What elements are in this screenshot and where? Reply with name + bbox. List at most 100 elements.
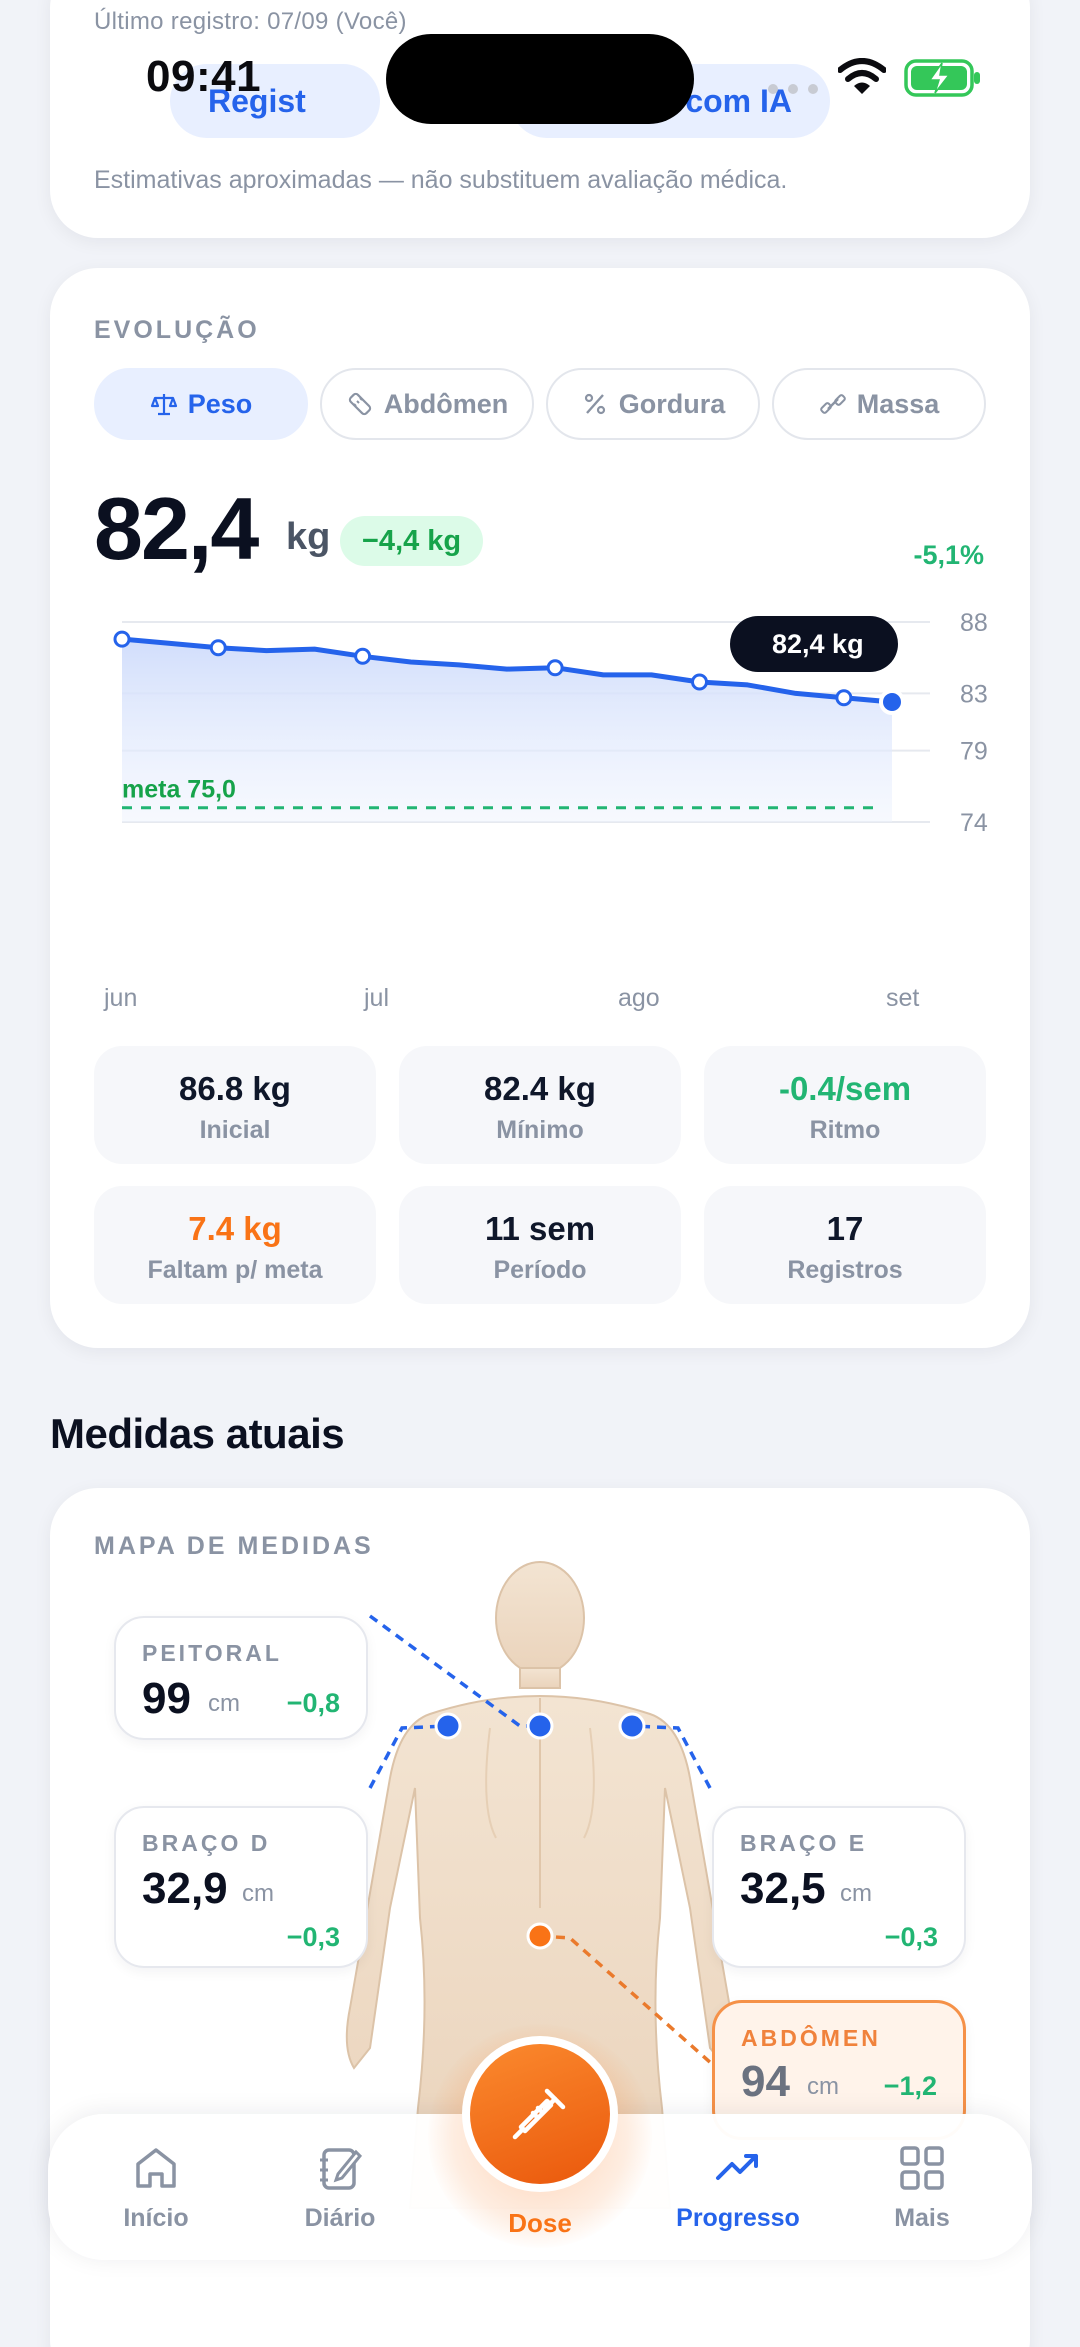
percent-icon xyxy=(584,393,605,415)
wifi-icon xyxy=(838,58,886,94)
measure-unit: cm xyxy=(208,1690,240,1717)
tab-gordura[interactable]: Gordura xyxy=(546,368,760,440)
measure-value: 32,5 xyxy=(740,1864,826,1913)
nav-item-inicio[interactable]: Início xyxy=(76,2142,236,2233)
dose-button[interactable] xyxy=(462,2036,618,2192)
stat-value: 82.4 kg xyxy=(484,1070,596,1107)
nav-label: Diário xyxy=(304,2204,376,2232)
tab-massa[interactable]: Massa xyxy=(772,368,986,440)
stat-value: 7.4 kg xyxy=(188,1210,282,1247)
measure-value: 94 xyxy=(741,2057,790,2106)
current-weight-unit: kg xyxy=(286,516,331,558)
stat-minimo: 82.4 kg Mínimo xyxy=(399,1046,681,1164)
stat-registros: 17 Registros xyxy=(704,1186,986,1304)
measure-delta: −1,2 xyxy=(883,2071,937,2101)
stat-periodo: 11 sem Período xyxy=(399,1186,681,1304)
nav-item-diario[interactable]: Diário xyxy=(260,2142,420,2233)
weight-delta-badge: −4,4 kg xyxy=(340,516,484,566)
dose-label: Dose xyxy=(508,2208,572,2238)
tab-peso-label: Peso xyxy=(187,388,253,419)
chest-marker[interactable] xyxy=(526,1712,554,1740)
stat-label: Ritmo xyxy=(809,1116,881,1144)
stat-label: Período xyxy=(493,1256,587,1284)
weight-chart: meta 75,0 88 83 79 74 82,4 kg xyxy=(113,609,988,837)
measure-label: BRAÇO E xyxy=(740,1830,868,1856)
dumbbell-icon xyxy=(819,394,846,414)
measure-card-right-arm[interactable]: BRAÇO D 32,9 cm −0,3 xyxy=(114,1806,368,1968)
y-tick-label: 79 xyxy=(960,738,988,766)
stat-value: -0.4/sem xyxy=(778,1070,912,1107)
measure-unit: cm xyxy=(807,2073,839,2100)
trending-up-icon xyxy=(716,2154,758,2180)
tab-gordura-label: Gordura xyxy=(618,388,726,419)
y-tick-label: 74 xyxy=(960,809,988,837)
more-dots-icon xyxy=(768,84,820,94)
nav-item-progresso[interactable]: Progresso xyxy=(658,2142,818,2233)
evolution-card: EVOLUÇÃO Peso Abdômen Gordura Massa 82,4… xyxy=(50,268,1030,1348)
data-point[interactable] xyxy=(209,639,227,657)
goal-label: meta 75,0 xyxy=(122,776,236,804)
syringe-icon xyxy=(512,2088,566,2140)
stat-faltam: 7.4 kg Faltam p/ meta xyxy=(94,1186,376,1304)
status-time: 09:41 xyxy=(146,52,262,101)
disclaimer-text: Estimativas aproximadas — não substituem… xyxy=(94,166,788,194)
abdomen-marker[interactable] xyxy=(526,1922,554,1950)
data-point[interactable] xyxy=(691,673,708,691)
tooltip-text: 82,4 kg xyxy=(772,629,864,659)
nav-label: Mais xyxy=(894,2204,950,2232)
measure-value: 32,9 xyxy=(142,1864,228,1913)
measure-unit: cm xyxy=(242,1880,274,1907)
measure-label: BRAÇO D xyxy=(142,1830,271,1856)
stat-inicial: 86.8 kg Inicial xyxy=(94,1046,376,1164)
right-arm-marker[interactable] xyxy=(434,1712,462,1740)
stat-label: Registros xyxy=(787,1256,903,1284)
nav-label: Progresso xyxy=(676,2204,800,2232)
tab-peso[interactable]: Peso xyxy=(94,368,308,440)
stat-ritmo: -0.4/sem Ritmo xyxy=(704,1046,986,1164)
measure-label: PEITORAL xyxy=(142,1640,282,1666)
stat-value: 17 xyxy=(826,1210,864,1247)
nav-label: Início xyxy=(123,2204,189,2232)
scale-icon xyxy=(150,394,177,416)
current-weight-value: 82,4 xyxy=(94,479,259,578)
left-arm-marker[interactable] xyxy=(618,1712,646,1740)
measure-delta: −0,8 xyxy=(286,1688,340,1718)
stat-value: 11 sem xyxy=(484,1210,596,1247)
nav-item-mais[interactable]: Mais xyxy=(842,2142,1002,2233)
value-tooltip: 82,4 kg xyxy=(730,616,898,672)
measure-delta: −0,3 xyxy=(286,1922,340,1952)
dynamic-island xyxy=(386,34,694,124)
dose-button-inner xyxy=(470,2044,610,2184)
x-label-jul: jul xyxy=(364,984,390,1012)
data-point[interactable] xyxy=(354,647,372,665)
evolution-section-label: EVOLUÇÃO xyxy=(94,316,260,344)
last-record-text: Último registro: 07/09 (Você) xyxy=(94,8,407,35)
y-tick-label: 88 xyxy=(960,609,988,637)
measure-label: ABDÔMEN xyxy=(741,2025,881,2051)
grid-icon xyxy=(900,2146,944,2190)
data-point[interactable] xyxy=(113,630,131,648)
measure-delta: −0,3 xyxy=(884,1922,938,1952)
measure-card-chest[interactable]: PEITORAL 99 cm −0,8 xyxy=(114,1616,368,1740)
tab-abdomen[interactable]: Abdômen xyxy=(320,368,534,440)
stat-label: Inicial xyxy=(199,1116,271,1144)
measure-unit: cm xyxy=(840,1880,872,1907)
x-label-ago: ago xyxy=(618,984,660,1012)
stat-label: Mínimo xyxy=(496,1116,584,1144)
tab-abdomen-label: Abdômen xyxy=(383,388,509,419)
current-data-point[interactable] xyxy=(879,689,905,715)
tab-massa-label: Massa xyxy=(856,388,940,419)
y-tick-label: 83 xyxy=(960,680,988,708)
home-icon xyxy=(136,2148,176,2188)
stat-label: Faltam p/ meta xyxy=(147,1256,323,1284)
notebook-icon xyxy=(320,2148,363,2190)
tape-measure-icon xyxy=(348,392,371,416)
measure-value: 99 xyxy=(142,1674,191,1723)
data-point[interactable] xyxy=(835,689,853,707)
battery-charging-icon xyxy=(904,59,980,97)
measure-card-left-arm[interactable]: BRAÇO E 32,5 cm −0,3 xyxy=(712,1806,966,1968)
x-label-jun: jun xyxy=(104,984,138,1012)
measures-heading: Medidas atuais xyxy=(50,1410,345,1457)
stat-value: 86.8 kg xyxy=(179,1070,291,1107)
data-point[interactable] xyxy=(546,659,564,677)
